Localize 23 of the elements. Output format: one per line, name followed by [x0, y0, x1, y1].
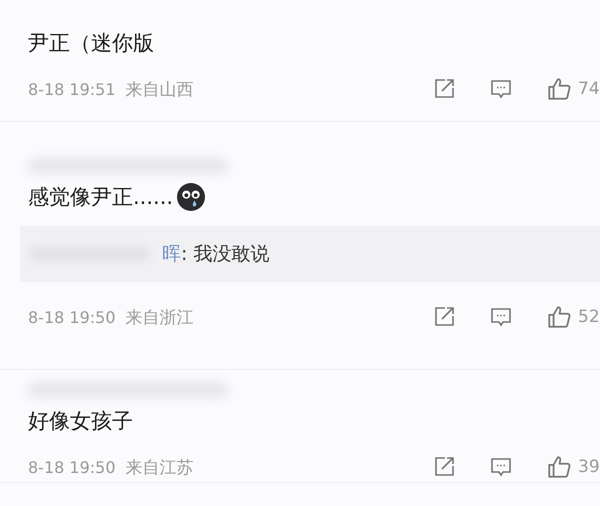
comment-icon[interactable]: [489, 305, 513, 329]
reply-box[interactable]: 晖: 我没敢说: [20, 226, 600, 282]
share-icon[interactable]: [432, 455, 456, 479]
comment-location: 来自浙江: [126, 306, 194, 328]
share-icon[interactable]: [432, 305, 456, 329]
thumbs-up-icon[interactable]: [546, 76, 572, 102]
comment-icon[interactable]: [489, 455, 513, 479]
comment-time: 8-18 19:50: [28, 458, 116, 476]
comment-time: 8-18 19:50: [28, 308, 116, 326]
comment-time: 8-18 19:51: [28, 80, 116, 98]
comment-text: 感觉像尹正......: [28, 184, 174, 211]
like-count: 74: [578, 79, 600, 99]
comment-icon[interactable]: [489, 77, 513, 101]
comment-location: 来自江苏: [126, 456, 194, 478]
like-count: 39: [578, 457, 600, 477]
like-count: 52: [578, 307, 600, 327]
comment-text: 尹正（迷你版: [28, 30, 154, 57]
thumbs-up-icon[interactable]: [546, 304, 572, 330]
share-icon[interactable]: [432, 77, 456, 101]
thumbs-up-icon[interactable]: [546, 454, 572, 480]
comment-location: 来自山西: [126, 78, 194, 100]
comment-text: 好像女孩子: [28, 408, 133, 435]
reply-text: : 我没敢说: [181, 242, 270, 267]
